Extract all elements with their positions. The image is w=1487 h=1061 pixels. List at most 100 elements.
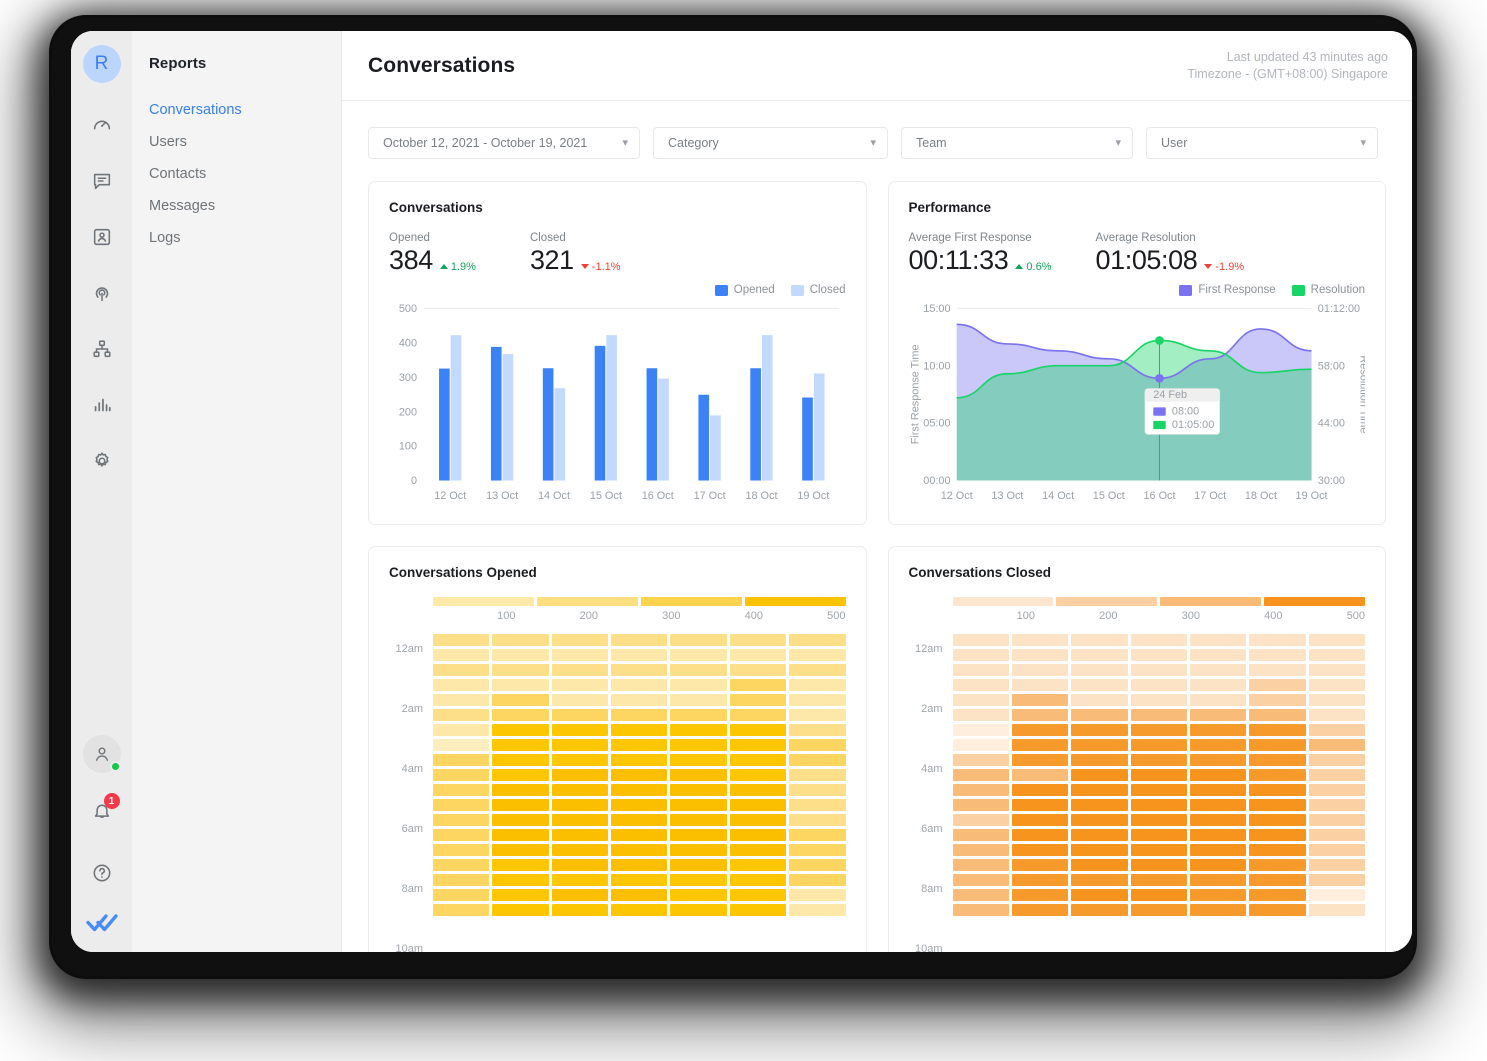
heatmap-cell[interactable] — [1249, 753, 1306, 766]
heatmap-cell[interactable] — [1011, 678, 1069, 691]
heatmap-cell[interactable] — [670, 753, 727, 766]
heatmap-cell[interactable] — [492, 888, 549, 901]
heatmap-cell[interactable] — [1189, 648, 1247, 661]
heatmap-cell[interactable] — [1308, 708, 1366, 721]
heatmap-cell[interactable] — [551, 678, 609, 691]
heatmap-cell[interactable] — [952, 723, 1009, 736]
heatmap-cell[interactable] — [1071, 873, 1128, 886]
heatmap-cell[interactable] — [551, 813, 609, 826]
legend-item-first-response[interactable]: First Response — [1179, 284, 1276, 296]
heatmap-cell[interactable] — [1071, 693, 1128, 706]
chat-icon[interactable] — [80, 159, 124, 203]
heatmap-cell[interactable] — [789, 873, 846, 886]
heatmap-cell[interactable] — [1189, 738, 1247, 751]
heatmap-cell[interactable] — [492, 708, 549, 721]
heatmap-cell[interactable] — [611, 768, 668, 781]
heatmap-cell[interactable] — [492, 633, 549, 646]
heatmap-cell[interactable] — [1130, 813, 1187, 826]
heatmap-cell[interactable] — [433, 738, 490, 751]
heatmap-cell[interactable] — [670, 903, 727, 916]
sidebar-item-messages[interactable]: Messages — [132, 190, 341, 222]
heatmap-cell[interactable] — [1249, 693, 1306, 706]
heatmap-cell[interactable] — [1189, 858, 1247, 871]
heatmap-cell[interactable] — [433, 858, 490, 871]
heatmap-cell[interactable] — [492, 678, 549, 691]
heatmap-cell[interactable] — [670, 678, 727, 691]
heatmap-cell[interactable] — [1189, 678, 1247, 691]
heatmap-cell[interactable] — [1071, 723, 1128, 736]
heatmap-cell[interactable] — [551, 708, 609, 721]
heatmap-cell[interactable] — [670, 768, 727, 781]
heatmap-cell[interactable] — [952, 648, 1009, 661]
heatmap-cell[interactable] — [789, 753, 846, 766]
heatmap-cell[interactable] — [1011, 753, 1069, 766]
heatmap-cell[interactable] — [1130, 723, 1187, 736]
heatmap-cell[interactable] — [670, 663, 727, 676]
heatmap-cell[interactable] — [729, 843, 787, 856]
legend-item-closed[interactable]: Closed — [790, 284, 846, 296]
heatmap-cell[interactable] — [952, 753, 1009, 766]
heatmap-cell[interactable] — [789, 783, 846, 796]
heatmap-cell[interactable] — [789, 798, 846, 811]
heatmap-cell[interactable] — [952, 783, 1009, 796]
heatmap-cell[interactable] — [551, 873, 609, 886]
heatmap-cell[interactable] — [789, 738, 846, 751]
heatmap-cell[interactable] — [611, 738, 668, 751]
heatmap-cell[interactable] — [1189, 693, 1247, 706]
heatmap-cell[interactable] — [1011, 903, 1069, 916]
heatmap-cell[interactable] — [1071, 678, 1128, 691]
heatmap-cell[interactable] — [1249, 813, 1306, 826]
category-select[interactable]: Category ▾ — [653, 127, 888, 159]
heatmap-cell[interactable] — [492, 738, 549, 751]
heatmap-cell[interactable] — [1249, 798, 1306, 811]
heatmap-cell[interactable] — [789, 888, 846, 901]
heatmap-cell[interactable] — [1071, 858, 1128, 871]
double-check-logo[interactable] — [85, 911, 119, 940]
sidebar-item-conversations[interactable]: Conversations — [132, 94, 341, 126]
heatmap-cell[interactable] — [1011, 783, 1069, 796]
heatmap-cell[interactable] — [1071, 813, 1128, 826]
heatmap-cell[interactable] — [1130, 738, 1187, 751]
heatmap-cell[interactable] — [492, 693, 549, 706]
heatmap-cell[interactable] — [433, 753, 490, 766]
heatmap-cell[interactable] — [1130, 678, 1187, 691]
heatmap-cell[interactable] — [611, 708, 668, 721]
heatmap-cell[interactable] — [1011, 873, 1069, 886]
heatmap-cell[interactable] — [729, 648, 787, 661]
heatmap-cell[interactable] — [1071, 888, 1128, 901]
heatmap-cell[interactable] — [1071, 738, 1128, 751]
heatmap-cell[interactable] — [1249, 633, 1306, 646]
heatmap-cell[interactable] — [1189, 663, 1247, 676]
heatmap-cell[interactable] — [1189, 888, 1247, 901]
heatmap-cell[interactable] — [1189, 783, 1247, 796]
heatmap-cell[interactable] — [670, 828, 727, 841]
heatmap-cell[interactable] — [952, 903, 1009, 916]
heatmap-cell[interactable] — [952, 633, 1009, 646]
heatmap-cell[interactable] — [1189, 873, 1247, 886]
heatmap-cell[interactable] — [1249, 828, 1306, 841]
heatmap-cell[interactable] — [1189, 768, 1247, 781]
heatmap-cell[interactable] — [952, 873, 1009, 886]
heatmap-cell[interactable] — [952, 858, 1009, 871]
heatmap-cell[interactable] — [1011, 663, 1069, 676]
heatmap-cell[interactable] — [729, 708, 787, 721]
heatmap-cell[interactable] — [551, 633, 609, 646]
heatmap-cell[interactable] — [492, 813, 549, 826]
heatmap-cell[interactable] — [729, 798, 787, 811]
heatmap-cell[interactable] — [1130, 828, 1187, 841]
bar-chart-icon[interactable] — [80, 383, 124, 427]
heatmap-cell[interactable] — [492, 843, 549, 856]
heatmap-cell[interactable] — [1189, 723, 1247, 736]
heatmap-cell[interactable] — [1308, 693, 1366, 706]
heatmap-cell[interactable] — [492, 858, 549, 871]
user-select[interactable]: User ▾ — [1146, 127, 1378, 159]
heatmap-cell[interactable] — [789, 708, 846, 721]
heatmap-cell[interactable] — [1249, 738, 1306, 751]
notification-bell-icon[interactable]: 1 — [85, 793, 120, 829]
heatmap-cell[interactable] — [433, 678, 490, 691]
heatmap-cell[interactable] — [551, 753, 609, 766]
heatmap-cell[interactable] — [789, 663, 846, 676]
heatmap-cell[interactable] — [1071, 708, 1128, 721]
heatmap-cell[interactable] — [551, 903, 609, 916]
heatmap-cell[interactable] — [1189, 828, 1247, 841]
